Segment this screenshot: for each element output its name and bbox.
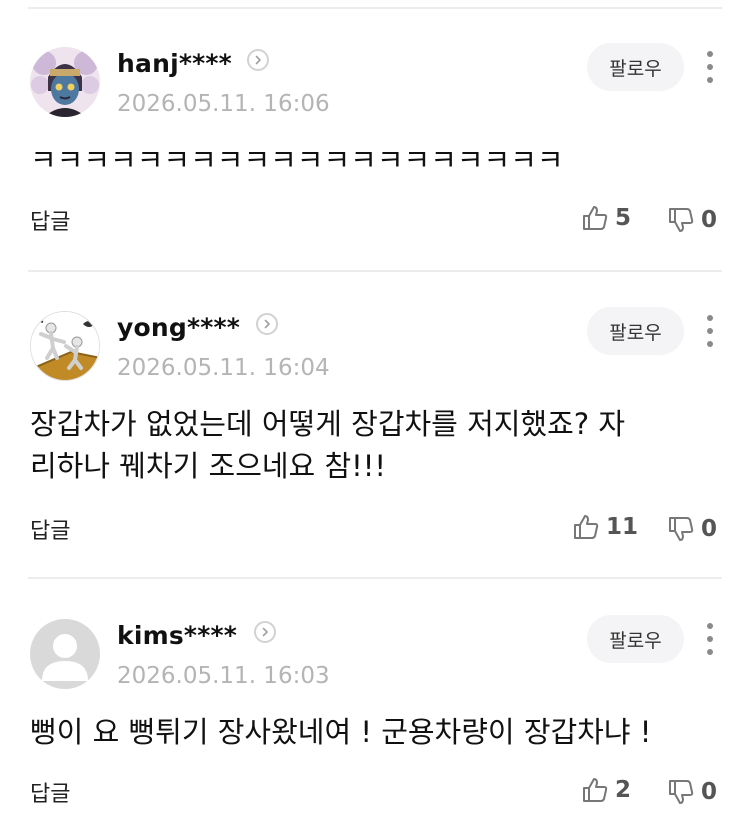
comment-timestamp: 2026.05.11. 16:03 — [117, 663, 330, 689]
like-button[interactable]: 2 — [581, 775, 631, 805]
top-divider — [28, 7, 722, 9]
comment-timestamp: 2026.05.11. 16:06 — [117, 91, 330, 117]
like-button[interactable]: 5 — [581, 203, 631, 233]
thumbs-down-icon — [669, 208, 694, 232]
comment-username[interactable]: hanj**** — [117, 49, 232, 78]
figures-avatar-icon[interactable] — [30, 311, 100, 381]
reply-button[interactable]: 답글 — [30, 204, 70, 236]
dislike-button[interactable]: 0 — [667, 514, 717, 544]
thumbs-down-icon — [669, 780, 694, 804]
comment-item: yong**** 2026.05.11. 16:04 팔로우 장갑차가 없었는데… — [0, 307, 750, 571]
more-vertical-icon[interactable] — [700, 313, 720, 349]
thumbs-down-icon — [669, 517, 694, 541]
like-count: 2 — [615, 777, 632, 803]
thumbs-up-icon — [583, 778, 608, 802]
like-count: 5 — [615, 205, 632, 231]
comment-text: ㅋㅋㅋㅋㅋㅋㅋㅋㅋㅋㅋㅋㅋㅋㅋㅋㅋㅋㅋㅋ — [30, 143, 564, 177]
character-avatar-icon[interactable] — [30, 47, 100, 117]
comment-text: 장갑차가 없었는데 어떻게 장갑차를 저지했죠? 자 리하나 꿰차기 조으네요 … — [30, 407, 626, 483]
follow-button[interactable]: 팔로우 — [587, 307, 684, 355]
comment-username[interactable]: kims**** — [117, 621, 237, 650]
follow-button[interactable]: 팔로우 — [587, 615, 684, 663]
comment-item: kims**** 2026.05.11. 16:03 팔로우 뻥이 요 뻥튀기 … — [0, 615, 750, 829]
comment-divider — [28, 577, 722, 579]
reply-button[interactable]: 답글 — [30, 513, 70, 545]
more-vertical-icon[interactable] — [700, 49, 720, 85]
more-vertical-icon[interactable] — [700, 621, 720, 657]
like-button[interactable]: 11 — [572, 512, 638, 542]
thumbs-up-icon — [574, 515, 599, 539]
dislike-count: 0 — [701, 516, 718, 542]
dislike-button[interactable]: 0 — [667, 205, 717, 235]
dislike-count: 0 — [701, 779, 718, 805]
follow-button[interactable]: 팔로우 — [587, 43, 684, 91]
comment-text: 뻥이 요 뻥튀기 장사왔네여 ! 군용차량이 장갑차냐 ! — [30, 715, 652, 749]
reply-button[interactable]: 답글 — [30, 776, 70, 808]
chevron-right-icon[interactable] — [247, 49, 269, 71]
like-count: 11 — [606, 514, 639, 540]
dislike-count: 0 — [701, 207, 718, 233]
chevron-right-icon[interactable] — [254, 621, 276, 643]
dislike-button[interactable]: 0 — [667, 777, 717, 807]
default-user-icon[interactable] — [30, 619, 100, 689]
thumbs-up-icon — [583, 206, 608, 230]
comment-item: hanj**** 2026.05.11. 16:06 팔로우 ㅋㅋㅋㅋㅋㅋㅋㅋㅋ… — [0, 43, 750, 257]
comment-timestamp: 2026.05.11. 16:04 — [117, 355, 330, 381]
comment-divider — [28, 270, 722, 272]
chevron-right-icon[interactable] — [256, 313, 278, 335]
comment-username[interactable]: yong**** — [117, 313, 240, 342]
